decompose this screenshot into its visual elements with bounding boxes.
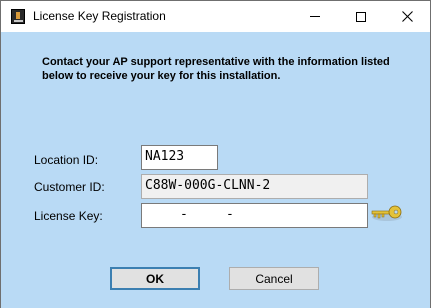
title-bar: License Key Registration xyxy=(1,1,430,32)
customer-id-field: C88W-000G-CLNN-2 xyxy=(141,174,368,199)
license-key-separator: - xyxy=(180,207,188,222)
maximize-icon xyxy=(356,11,366,22)
location-id-label: Location ID: xyxy=(34,153,99,167)
license-key-registration-window: License Key Registration Contact your AP… xyxy=(0,0,431,308)
location-id-field[interactable]: NA123 xyxy=(141,145,218,170)
dialog-body: Contact your AP support representative w… xyxy=(1,32,430,308)
license-key-field[interactable]: - - xyxy=(141,203,368,228)
instruction-message: Contact your AP support representative w… xyxy=(42,56,390,82)
window-title: License Key Registration xyxy=(33,9,166,23)
app-icon xyxy=(11,9,25,24)
minimize-button[interactable] xyxy=(292,1,338,32)
minimize-icon xyxy=(310,16,320,17)
customer-id-label: Customer ID: xyxy=(34,180,105,194)
license-key-separator: - xyxy=(226,207,234,222)
ok-button[interactable]: OK xyxy=(110,267,200,290)
close-button[interactable] xyxy=(384,1,430,32)
close-icon xyxy=(401,11,413,22)
license-key-label: License Key: xyxy=(34,209,103,223)
maximize-button[interactable] xyxy=(338,1,384,32)
cancel-button[interactable]: Cancel xyxy=(229,267,319,290)
key-icon xyxy=(371,205,402,221)
